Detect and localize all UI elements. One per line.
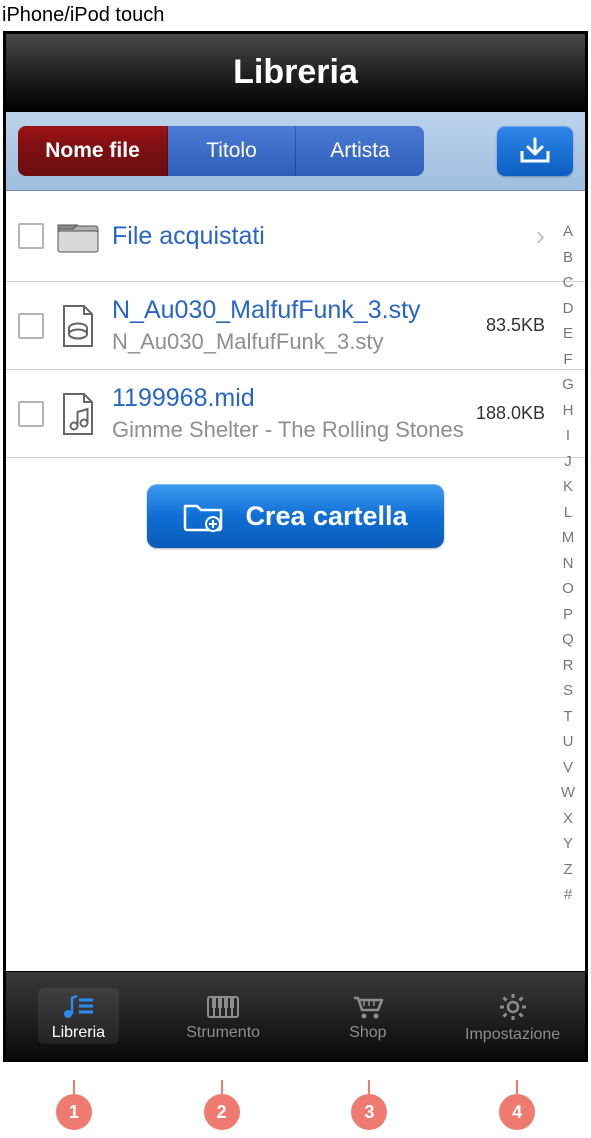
index-letter[interactable]: X [563,806,573,832]
library-icon [61,994,95,1020]
chevron-right-icon: › [536,220,545,252]
index-letter[interactable]: A [563,219,573,245]
alpha-index[interactable]: ABCDEFGHIJKLMNOPQRSTUVWXYZ# [557,219,579,908]
marker-number: 1 [56,1094,92,1130]
index-letter[interactable]: F [563,347,572,373]
list-row-file[interactable]: N_Au030_MalfufFunk_3.sty N_Au030_MalfufF… [6,282,585,370]
page-title: Libreria [233,53,358,92]
index-letter[interactable]: U [563,729,574,755]
index-letter[interactable]: M [562,525,575,551]
row-checkbox[interactable] [18,313,44,339]
index-letter[interactable]: V [563,755,573,781]
row-title: File acquistati [112,222,528,251]
tab-bar: Libreria Strumento Shop [6,971,585,1059]
tab-settings[interactable]: Impostazione [440,972,585,1059]
instrument-icon [206,994,240,1020]
folder-icon [57,219,99,253]
row-title: 1199968.mid [112,384,470,413]
index-letter[interactable]: G [562,372,574,398]
sort-by-artist[interactable]: Artista [296,126,424,176]
create-folder-label: Crea cartella [245,501,407,532]
list-row-folder[interactable]: File acquistati › [6,191,585,282]
index-letter[interactable]: H [563,398,574,424]
index-letter[interactable]: R [563,653,574,679]
row-checkbox[interactable] [18,223,44,249]
tab-label: Libreria [52,1024,105,1042]
create-folder-button[interactable]: Crea cartella [147,484,443,548]
index-letter[interactable]: Y [563,831,573,857]
sort-by-title[interactable]: Titolo [168,126,296,176]
tab-label: Strumento [186,1024,260,1042]
index-letter[interactable]: S [563,678,573,704]
index-letter[interactable]: C [563,270,574,296]
folder-plus-icon [183,500,223,532]
row-subtitle: N_Au030_MalfufFunk_3.sty [112,329,480,355]
midi-file-icon [60,392,96,436]
sort-bar: Nome file Titolo Artista [6,112,585,191]
index-letter[interactable]: J [564,449,572,475]
index-letter[interactable]: W [561,780,575,806]
index-letter[interactable]: I [566,423,570,449]
marker-number: 3 [351,1094,387,1130]
marker-number: 4 [499,1094,535,1130]
tab-library[interactable]: Libreria [6,972,151,1059]
annotation-markers: 1 2 3 4 [0,1062,591,1138]
sort-by-filename[interactable]: Nome file [18,126,168,176]
device-label: iPhone/iPod touch [0,0,591,31]
index-letter[interactable]: P [563,602,573,628]
index-letter[interactable]: O [562,576,574,602]
style-file-icon [60,304,96,348]
row-checkbox[interactable] [18,401,44,427]
index-letter[interactable]: D [563,296,574,322]
marker-number: 2 [204,1094,240,1130]
index-letter[interactable]: Z [563,857,572,883]
cart-icon [351,994,385,1020]
download-icon [518,137,552,165]
tab-instrument[interactable]: Strumento [151,972,296,1059]
index-letter[interactable]: T [563,704,572,730]
index-letter[interactable]: K [563,474,573,500]
row-subtitle: Gimme Shelter - The Rolling Stones [112,417,470,443]
list-row-file[interactable]: 1199968.mid Gimme Shelter - The Rolling … [6,370,585,458]
row-size: 188.0KB [476,403,545,424]
index-letter[interactable]: N [563,551,574,577]
tab-shop[interactable]: Shop [296,972,441,1059]
title-bar: Libreria [6,34,585,112]
download-button[interactable] [497,126,573,176]
phone-frame: Libreria Nome file Titolo Artista [3,31,588,1062]
sort-segmented: Nome file Titolo Artista [18,126,424,176]
sort-label: Titolo [206,139,257,163]
sort-label: Artista [330,139,390,163]
sort-label: Nome file [45,139,140,163]
file-list: File acquistati › N_Au030_MalfufFunk_3.s… [6,191,585,971]
index-letter[interactable]: B [563,245,573,271]
gear-icon [498,992,528,1022]
index-letter[interactable]: E [563,321,573,347]
index-letter[interactable]: L [564,500,572,526]
index-letter[interactable]: # [564,882,572,908]
index-letter[interactable]: Q [562,627,574,653]
tab-label: Shop [349,1024,386,1042]
tab-label: Impostazione [465,1026,560,1044]
row-title: N_Au030_MalfufFunk_3.sty [112,296,480,325]
row-size: 83.5KB [486,315,545,336]
